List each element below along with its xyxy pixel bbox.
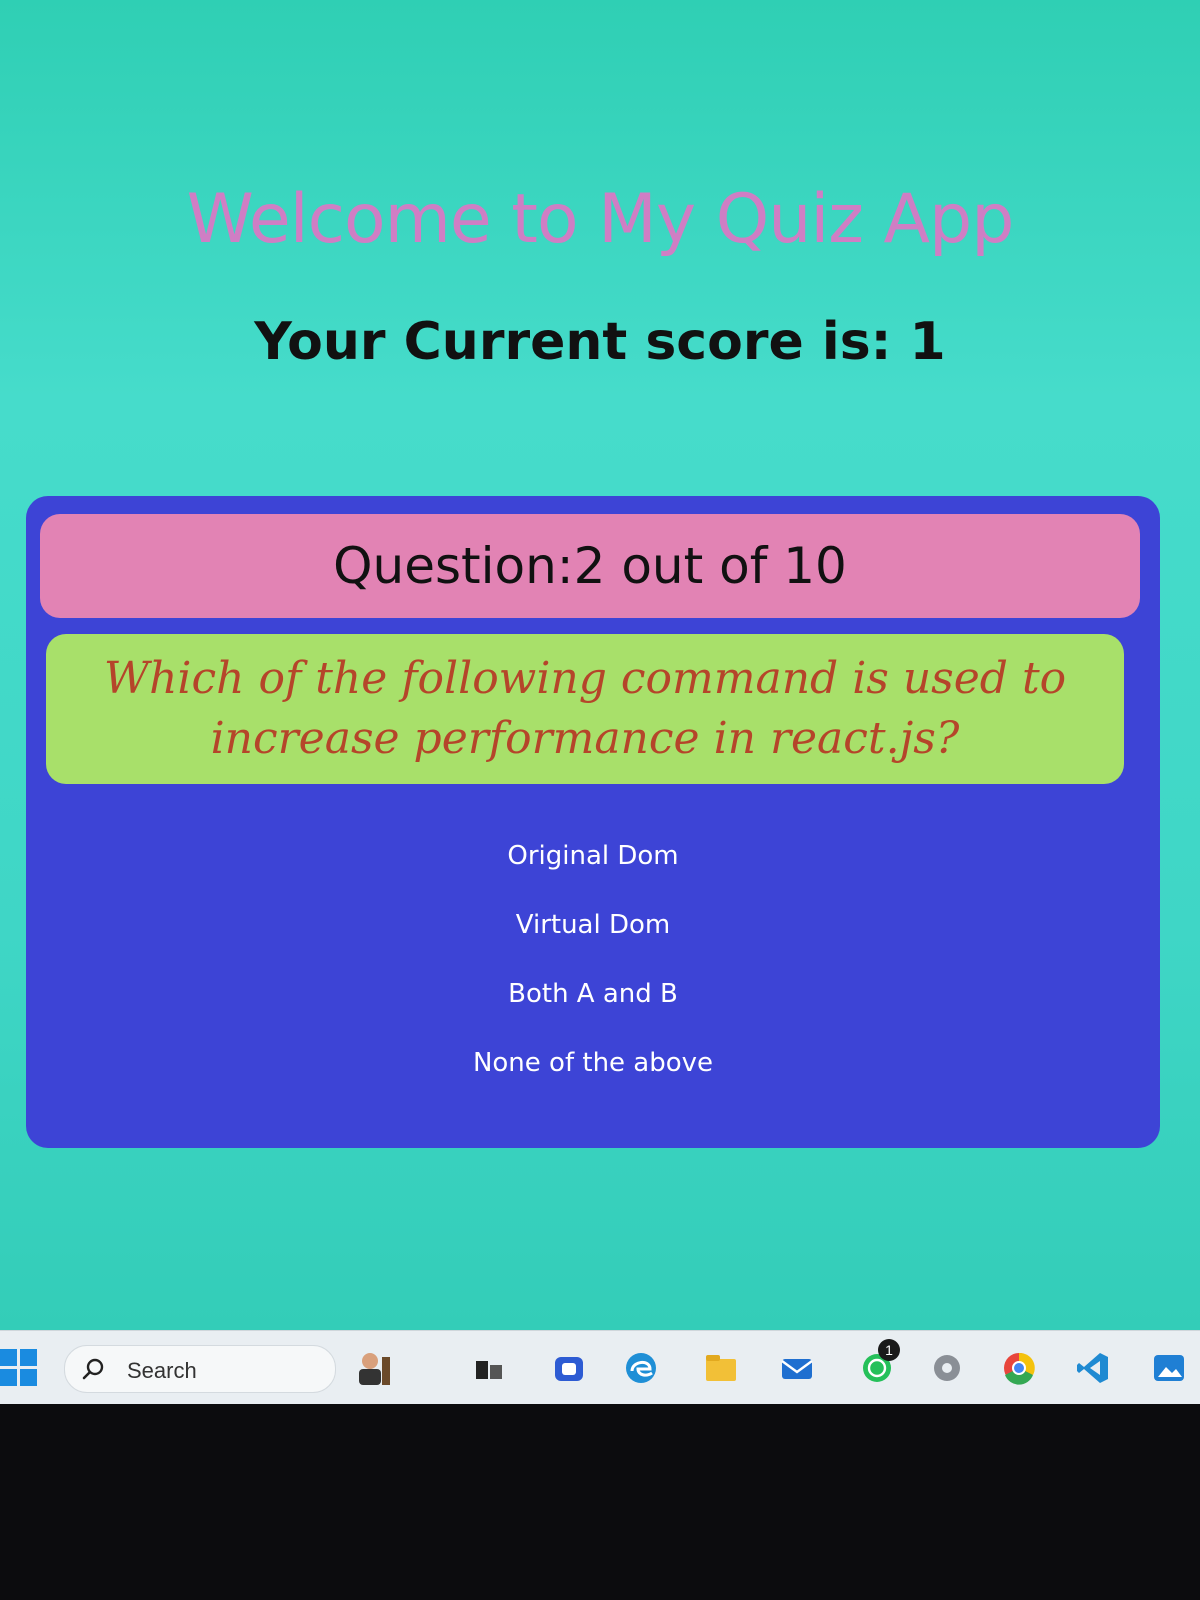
file-explorer-icon[interactable] [702,1349,740,1387]
edge-icon[interactable] [622,1349,660,1387]
question-counter: Question:2 out of 10 [40,514,1140,618]
search-icon [82,1358,104,1380]
chrome-icon[interactable] [1000,1349,1038,1387]
question-text: Which of the following command is used t… [46,634,1124,784]
score-display: Your Current score is: 1 [254,312,946,372]
option-a-button[interactable]: Original Dom [507,836,678,905]
options-list: Original Dom Virtual Dom Both A and B No… [26,836,1160,1112]
photos-icon[interactable] [1150,1349,1188,1387]
vscode-icon[interactable] [1074,1349,1112,1387]
monitor-bezel [0,1404,1200,1600]
taskbar: Search 1 [0,1330,1200,1405]
windows-start-icon[interactable] [0,1349,38,1387]
mail-icon[interactable] [778,1349,816,1387]
user-avatar-icon[interactable] [356,1349,394,1387]
taskbar-search-box[interactable]: Search [64,1345,336,1393]
option-c-button[interactable]: Both A and B [508,974,678,1043]
settings-icon[interactable] [928,1349,966,1387]
option-b-button[interactable]: Virtual Dom [516,905,670,974]
option-d-button[interactable]: None of the above [473,1043,713,1112]
quiz-app-screen: Welcome to My Quiz App Your Current scor… [0,0,1200,1330]
teams-icon[interactable] [550,1349,588,1387]
task-view-icon[interactable] [470,1349,508,1387]
notification-badge: 1 [878,1339,900,1361]
search-label: Search [127,1358,197,1383]
app-title: Welcome to My Quiz App [186,180,1015,259]
quiz-card: Question:2 out of 10 Which of the follow… [26,496,1160,1148]
